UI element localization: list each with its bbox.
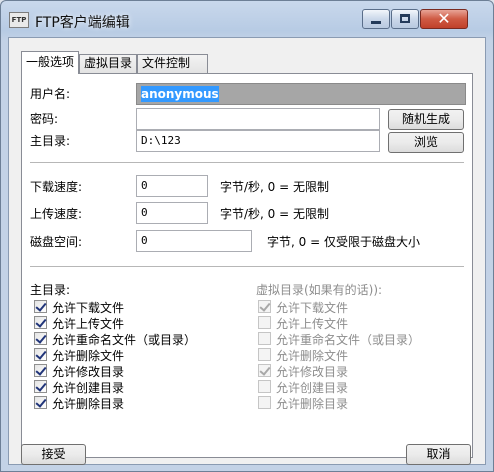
disk-space-field[interactable]: 0 [136,230,252,252]
close-icon: ✕ [437,9,451,28]
home-permission-checkbox[interactable] [34,396,47,409]
ftp-app-icon: FTP [9,12,29,28]
upload-speed-unit: 字节/秒, 0 = 无限制 [220,207,329,221]
separator-mid [30,266,464,268]
home-permission-label: 允许修改目录 [52,365,125,379]
home-permission-row[interactable]: 允许重命名文件（或目录） [34,331,244,347]
virtual-permission-checkbox [258,332,271,345]
virtual-permissions-heading: 虚拟目录(如果有的话)): [256,283,383,297]
minimize-icon [371,21,381,24]
window-title: FTP客户端编辑 [35,15,130,31]
disk-space-unit: 字节, 0 = 仅受限于磁盘大小 [267,235,420,249]
download-speed-label: 下载速度: [30,180,83,194]
home-permission-row[interactable]: 允许删除文件 [34,347,244,363]
virtual-permission-row: 允许重命名文件（或目录） [258,331,468,347]
home-permission-row[interactable]: 允许修改目录 [34,363,244,379]
virtual-permission-checkbox [258,396,271,409]
home-permission-row[interactable]: 允许创建目录 [34,379,244,395]
virtual-permission-row: 允许创建目录 [258,379,468,395]
home-dir-field[interactable]: D:\123 [136,130,380,152]
virtual-permissions-list: 允许下载文件 允许上传文件允许重命名文件（或目录） 允许删除文件 允许修改目录 允许创建… [258,299,468,419]
minimize-button[interactable] [362,9,390,29]
virtual-permission-label: 允许重命名文件（或目录） [276,333,421,347]
home-permission-checkbox[interactable] [34,348,47,361]
virtual-permission-label: 允许修改目录 [276,365,349,379]
home-permission-row[interactable]: 允许下载文件 [34,299,244,315]
dialog-window: FTP FTP客户端编辑 ✕ 一般选项 虚拟目录 文件控制 用户名: anony… [0,0,494,472]
title-bar[interactable]: FTP FTP客户端编辑 ✕ [1,1,493,35]
browse-button[interactable]: 浏览 [388,132,464,153]
home-permission-label: 允许上传文件 [52,317,125,331]
virtual-permission-row: 允许删除文件 [258,347,468,363]
home-permission-label: 允许重命名文件（或目录） [52,333,197,347]
home-permission-label: 允许下载文件 [52,301,125,315]
virtual-permission-label: 允许删除目录 [276,397,349,411]
home-permission-checkbox[interactable] [34,364,47,377]
cancel-button[interactable]: 取消 [406,444,471,465]
download-speed-unit: 字节/秒, 0 = 无限制 [220,180,329,194]
disk-space-label: 磁盘空间: [30,235,83,249]
virtual-permission-row: 允许删除目录 [258,395,468,411]
home-permission-checkbox[interactable] [34,332,47,345]
accept-button[interactable]: 接受 [21,444,86,465]
home-permissions-heading: 主目录: [30,283,71,297]
maximize-button[interactable] [391,9,419,29]
virtual-permission-checkbox [258,316,271,329]
upload-speed-label: 上传速度: [30,207,83,221]
close-button[interactable]: ✕ [420,9,468,29]
username-value: anonymous [141,86,219,102]
virtual-permission-row: 允许上传文件 [258,315,468,331]
virtual-permission-checkbox [258,348,271,361]
virtual-permission-label: 允许下载文件 [276,301,349,315]
maximize-icon [400,14,410,23]
home-permission-checkbox[interactable] [34,380,47,393]
virtual-permission-checkbox [258,364,271,377]
virtual-permission-label: 允许创建目录 [276,381,349,395]
password-label: 密码: [30,112,59,126]
virtual-permission-row: 允许下载文件 [258,299,468,315]
username-field[interactable]: anonymous [136,83,466,105]
tab-general[interactable]: 一般选项 [21,51,79,74]
tab-file-control[interactable]: 文件控制 [137,54,208,73]
username-label: 用户名: [30,87,71,101]
virtual-permission-row: 允许修改目录 [258,363,468,379]
home-permission-checkbox[interactable] [34,300,47,313]
password-field[interactable] [136,108,380,130]
home-permission-row[interactable]: 允许删除目录 [34,395,244,411]
virtual-permission-checkbox [258,300,271,313]
home-permissions-list: 允许下载文件 允许上传文件允许重命名文件（或目录） 允许删除文件 允许修改目录 允许创建… [34,299,244,419]
virtual-permission-label: 允许上传文件 [276,317,349,331]
tab-virtual-dirs[interactable]: 虚拟目录 [79,54,137,73]
separator-top [30,162,464,164]
home-permission-label: 允许创建目录 [52,381,125,395]
virtual-permission-label: 允许删除文件 [276,349,349,363]
random-generate-button[interactable]: 随机生成 [388,109,464,130]
tab-panel-general: 用户名: anonymous 密码: 随机生成 主目录: D:\123 浏览 下… [21,73,473,458]
home-permission-checkbox[interactable] [34,316,47,329]
home-permission-row[interactable]: 允许上传文件 [34,315,244,331]
virtual-permission-checkbox [258,380,271,393]
home-permission-label: 允许删除目录 [52,397,125,411]
home-dir-label: 主目录: [30,134,71,148]
upload-speed-field[interactable]: 0 [136,202,208,224]
dialog-client: 一般选项 虚拟目录 文件控制 用户名: anonymous 密码: 随机生成 主… [8,37,486,465]
home-permission-label: 允许删除文件 [52,349,125,363]
download-speed-field[interactable]: 0 [136,175,208,197]
